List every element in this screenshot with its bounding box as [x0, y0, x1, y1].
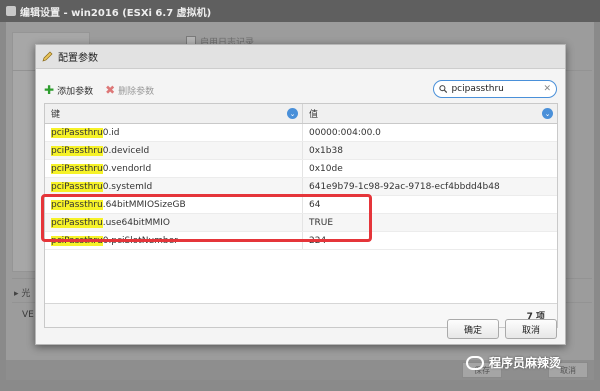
background-ve-label: VE	[22, 310, 34, 320]
pencil-icon	[42, 51, 53, 62]
window-icon	[6, 6, 16, 16]
value-cell[interactable]: 641e9b79-1c98-92ac-9718-ecf4bbdd4b48	[303, 178, 557, 195]
value-cell[interactable]: TRUE	[303, 214, 557, 231]
table-row[interactable]: pciPassthru .64bitMMIOSizeGB 64	[45, 196, 557, 214]
search-input[interactable]	[451, 84, 540, 94]
search-box: ✕	[433, 80, 557, 98]
key-suffix: .use64bitMMIO	[102, 217, 170, 228]
table-row[interactable]: pciPassthru 0.id 00000:004:00.0	[45, 124, 557, 142]
wechat-icon	[466, 355, 484, 370]
value-cell[interactable]: 0x10de	[303, 160, 557, 177]
table-row[interactable]: pciPassthru 0.vendorId 0x10de	[45, 160, 557, 178]
key-highlight: pciPassthru	[51, 235, 103, 246]
search-icon	[439, 85, 448, 93]
watermark: 程序员麻辣烫	[466, 354, 561, 371]
delete-param-label: 删除参数	[118, 86, 155, 97]
background-expand-row[interactable]: ▸ 光	[14, 286, 30, 299]
background-window-titlebar: 编辑设置 - win2016 (ESXi 6.7 虚拟机)	[0, 0, 600, 22]
key-highlight: pciPassthru	[51, 199, 103, 210]
config-params-dialog: 配置参数 ✚ 添加参数 ✖ 删除参数 ✕ 键 ⌄ 值 ⌄	[35, 44, 566, 345]
key-cell: pciPassthru 0.vendorId	[45, 160, 303, 177]
add-param-button[interactable]: ✚ 添加参数	[44, 84, 93, 97]
table-row[interactable]: pciPassthru .use64bitMMIO TRUE	[45, 214, 557, 232]
value-cell[interactable]: 224	[303, 232, 557, 249]
ok-button[interactable]: 确定	[447, 319, 499, 339]
background-window-title: 编辑设置 - win2016 (ESXi 6.7 虚拟机)	[20, 7, 212, 19]
column-header-key[interactable]: 键 ⌄	[45, 104, 303, 123]
add-param-label: 添加参数	[57, 86, 94, 97]
key-cell: pciPassthru .use64bitMMIO	[45, 214, 303, 231]
column-header-value[interactable]: 值 ⌄	[303, 104, 557, 123]
key-highlight: pciPassthru	[51, 217, 103, 228]
key-highlight: pciPassthru	[51, 127, 103, 138]
value-cell[interactable]: 0x1b38	[303, 142, 557, 159]
key-suffix: 0.pciSlotNumber	[102, 235, 178, 246]
plus-icon: ✚	[44, 83, 55, 97]
key-suffix: 0.systemId	[102, 181, 153, 192]
key-highlight: pciPassthru	[51, 145, 103, 156]
params-table: 键 ⌄ 值 ⌄ pciPassthru 0.id 00000:004:00.0 p…	[44, 103, 558, 328]
key-suffix: 0.id	[102, 127, 120, 138]
key-suffix: .64bitMMIOSizeGB	[102, 199, 186, 210]
dialog-toolbar: ✚ 添加参数 ✖ 删除参数 ✕	[44, 79, 557, 101]
value-cell[interactable]: 00000:004:00.0	[303, 124, 557, 141]
table-row[interactable]: pciPassthru 0.pciSlotNumber 224	[45, 232, 557, 250]
watermark-text: 程序员麻辣烫	[489, 356, 562, 370]
key-cell: pciPassthru .64bitMMIOSizeGB	[45, 196, 303, 213]
value-cell[interactable]: 64	[303, 196, 557, 213]
key-highlight: pciPassthru	[51, 163, 103, 174]
dialog-titlebar: 配置参数	[36, 45, 565, 69]
delete-icon: ✖	[105, 83, 116, 97]
key-highlight: pciPassthru	[51, 181, 103, 192]
table-row[interactable]: pciPassthru 0.systemId 641e9b79-1c98-92ac…	[45, 178, 557, 196]
key-suffix: 0.vendorId	[102, 163, 152, 174]
key-cell: pciPassthru 0.pciSlotNumber	[45, 232, 303, 249]
column-menu-icon[interactable]: ⌄	[542, 108, 553, 119]
cancel-button[interactable]: 取消	[505, 319, 557, 339]
dialog-buttons: 确定 取消	[447, 319, 557, 339]
column-header-value-label: 值	[309, 110, 319, 120]
key-cell: pciPassthru 0.deviceId	[45, 142, 303, 159]
clear-icon[interactable]: ✕	[543, 84, 551, 94]
table-header: 键 ⌄ 值 ⌄	[45, 104, 557, 124]
delete-param-button[interactable]: ✖ 删除参数	[105, 84, 154, 97]
key-cell: pciPassthru 0.id	[45, 124, 303, 141]
table-row[interactable]: pciPassthru 0.deviceId 0x1b38	[45, 142, 557, 160]
key-suffix: 0.deviceId	[102, 145, 150, 156]
column-header-key-label: 键	[51, 110, 61, 120]
key-cell: pciPassthru 0.systemId	[45, 178, 303, 195]
background-expand-label: 光	[21, 289, 31, 299]
dialog-title: 配置参数	[58, 53, 98, 64]
column-menu-icon[interactable]: ⌄	[287, 108, 298, 119]
